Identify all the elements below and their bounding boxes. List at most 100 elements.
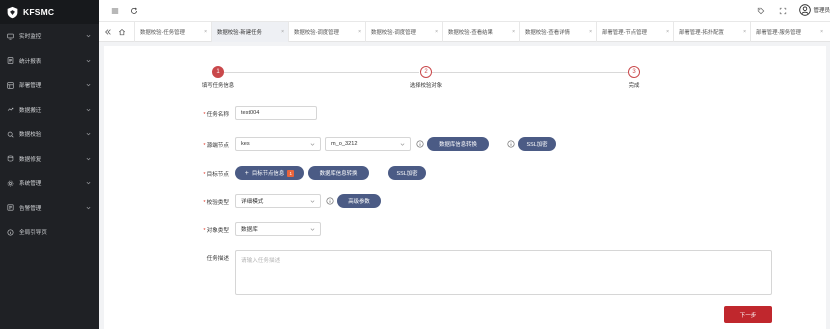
target-node-info-label: 目标节点信息 — [251, 171, 285, 177]
logo[interactable]: KFSMC — [0, 0, 99, 24]
task-name-label: *任务名称 — [203, 112, 229, 118]
logo-text: KFSMC — [23, 7, 55, 17]
top-bar: 管理员 — [99, 0, 830, 22]
task-desc-textarea[interactable] — [235, 250, 772, 295]
tag-icon[interactable] — [757, 7, 765, 15]
close-icon[interactable]: × — [358, 29, 361, 35]
verify-type-value: 详细模式 — [241, 199, 264, 205]
object-type-select[interactable]: 数据库 — [235, 222, 321, 236]
close-icon[interactable]: × — [512, 29, 515, 35]
tab-3[interactable]: 数据校验-调度管理 × — [288, 22, 365, 42]
info-icon[interactable] — [416, 140, 424, 148]
source-node-label: *源端节点 — [203, 143, 229, 149]
tab-list: 数据校验-任务管理 × 数据校验-新建任务 × 数据校验-调度管理 × 数据校验-调度管理 ×… — [134, 22, 827, 42]
tab-label: 部署管理-节点管理 — [602, 30, 647, 36]
sidebar-item-guide[interactable]: 全局引导页 — [0, 220, 99, 245]
chevron-down-icon — [86, 35, 91, 38]
tab-7[interactable]: 部署管理-节点管理 × — [596, 22, 673, 42]
source-db-convert-button[interactable]: 数据库信息转换 — [427, 137, 489, 151]
target-ssl-button[interactable]: SSL加密 — [388, 166, 426, 180]
chevron-down-icon — [86, 133, 91, 136]
source-node-value: kes — [241, 141, 250, 147]
home-icon[interactable] — [118, 28, 126, 36]
sidebar-item-label: 全局引导页 — [19, 230, 47, 237]
step-3-circle: 3 — [628, 66, 640, 78]
shield-logo-icon — [7, 6, 18, 18]
tabs-scroll-left-icon[interactable] — [104, 28, 112, 36]
tab-label: 部署管理-服务管理 — [756, 30, 801, 36]
sidebar-item-label: 告警管理 — [19, 205, 42, 212]
guide-icon — [7, 229, 14, 236]
step-3-label: 完成 — [628, 83, 640, 89]
user-menu[interactable]: 管理员 — [799, 4, 830, 16]
tab-6[interactable]: 数据校验-查看详情 × — [519, 22, 596, 42]
tab-2[interactable]: 数据校验-新建任务 × — [211, 22, 288, 42]
fullscreen-icon[interactable] — [779, 7, 787, 15]
target-count-badge: 1 — [287, 169, 295, 177]
object-type-value: 数据库 — [241, 227, 258, 233]
info-icon[interactable] — [326, 197, 334, 205]
task-name-input[interactable]: test004 — [235, 106, 317, 120]
deploy-icon — [7, 82, 14, 89]
tab-1[interactable]: 数据校验-任务管理 × — [134, 22, 211, 42]
task-desc-label: 任务描述 — [206, 256, 229, 262]
tab-9[interactable]: 部署管理-服务管理 × — [750, 22, 827, 42]
info-icon[interactable] — [507, 140, 515, 148]
sidebar-item-migrate[interactable]: 数据搬迁 — [0, 98, 99, 123]
close-icon[interactable]: × — [820, 29, 823, 35]
sidebar-item-verify[interactable]: 数据校验 — [0, 122, 99, 147]
chevron-down-icon — [400, 143, 405, 146]
sidebar-item-label: 系统管理 — [19, 181, 42, 188]
sidebar-item-monitor[interactable]: 实时监控 — [0, 24, 99, 49]
close-icon[interactable]: × — [743, 29, 746, 35]
sidebar-item-repair[interactable]: 数据修复 — [0, 147, 99, 172]
chevron-down-icon — [86, 108, 91, 112]
sidebar-item-alarm[interactable]: 告警管理 — [0, 196, 99, 221]
chevron-down-icon — [310, 200, 315, 203]
source-db-select[interactable]: m_o_3212 — [325, 137, 411, 151]
sidebar-item-label: 部署管理 — [19, 83, 42, 90]
tab-label: 部署管理-拓扑配置 — [679, 30, 724, 36]
target-db-convert-button[interactable]: 数据库信息转换 — [308, 166, 369, 180]
tab-8[interactable]: 部署管理-拓扑配置 × — [673, 22, 750, 42]
menu-toggle-icon[interactable] — [111, 7, 119, 15]
tab-label: 数据校验-调度管理 — [294, 30, 339, 36]
sidebar-item-report[interactable]: 统计报表 — [0, 49, 99, 74]
chevron-down-icon — [86, 157, 91, 161]
close-icon[interactable]: × — [589, 29, 592, 35]
advanced-params-button[interactable]: 高级参数 — [337, 194, 381, 208]
close-icon[interactable]: × — [204, 29, 207, 35]
sidebar-item-settings[interactable]: 系统管理 — [0, 171, 99, 196]
close-icon[interactable]: × — [666, 29, 669, 35]
tab-4[interactable]: 数据校验-调度管理 × — [365, 22, 442, 42]
sidebar-item-deploy[interactable]: 部署管理 — [0, 73, 99, 98]
tabs-bar: 数据校验-任务管理 × 数据校验-新建任务 × 数据校验-调度管理 × 数据校验-调度管理 ×… — [99, 22, 830, 42]
source-ssl-button[interactable]: SSL加密 — [518, 137, 556, 151]
verify-type-select[interactable]: 详细模式 — [235, 194, 321, 208]
source-node-select[interactable]: kes — [235, 137, 321, 151]
refresh-icon[interactable] — [130, 7, 138, 15]
step-indicator: 1 2 3 填写任务信息 选择校验对象 完成 — [104, 46, 826, 96]
sidebar-item-label: 数据修复 — [19, 156, 42, 163]
next-step-button[interactable]: 下一步 — [724, 306, 772, 323]
chevron-down-icon — [310, 228, 315, 231]
sidebar: KFSMC 实时监控统计报表部署管理数据搬迁数据校验数据修复系统管理告警管理全局… — [0, 0, 99, 329]
alarm-icon — [7, 204, 14, 211]
target-node-info-button[interactable]: + 目标节点信息 1 — [235, 166, 304, 180]
sidebar-item-label: 实时监控 — [19, 34, 42, 41]
new-task-form: 1 2 3 填写任务信息 选择校验对象 完成 *任务名称 test004 *源端… — [104, 46, 826, 329]
chevron-down-icon — [86, 59, 91, 63]
chevron-down-icon — [86, 84, 91, 87]
tab-5[interactable]: 数据校验-查看结果 × — [442, 22, 519, 42]
step-2-circle: 2 — [420, 66, 432, 78]
tab-label: 数据校验-调度管理 — [371, 30, 416, 36]
close-icon[interactable]: × — [281, 29, 284, 35]
close-icon[interactable]: × — [435, 29, 438, 35]
settings-icon — [7, 180, 14, 187]
tab-label: 数据校验-任务管理 — [140, 30, 185, 36]
sidebar-item-label: 统计报表 — [19, 58, 42, 65]
step-1-label: 填写任务信息 — [201, 83, 235, 89]
repair-icon — [7, 155, 14, 162]
object-type-label: *对象类型 — [203, 228, 229, 234]
sidebar-item-label: 数据搬迁 — [19, 107, 42, 114]
